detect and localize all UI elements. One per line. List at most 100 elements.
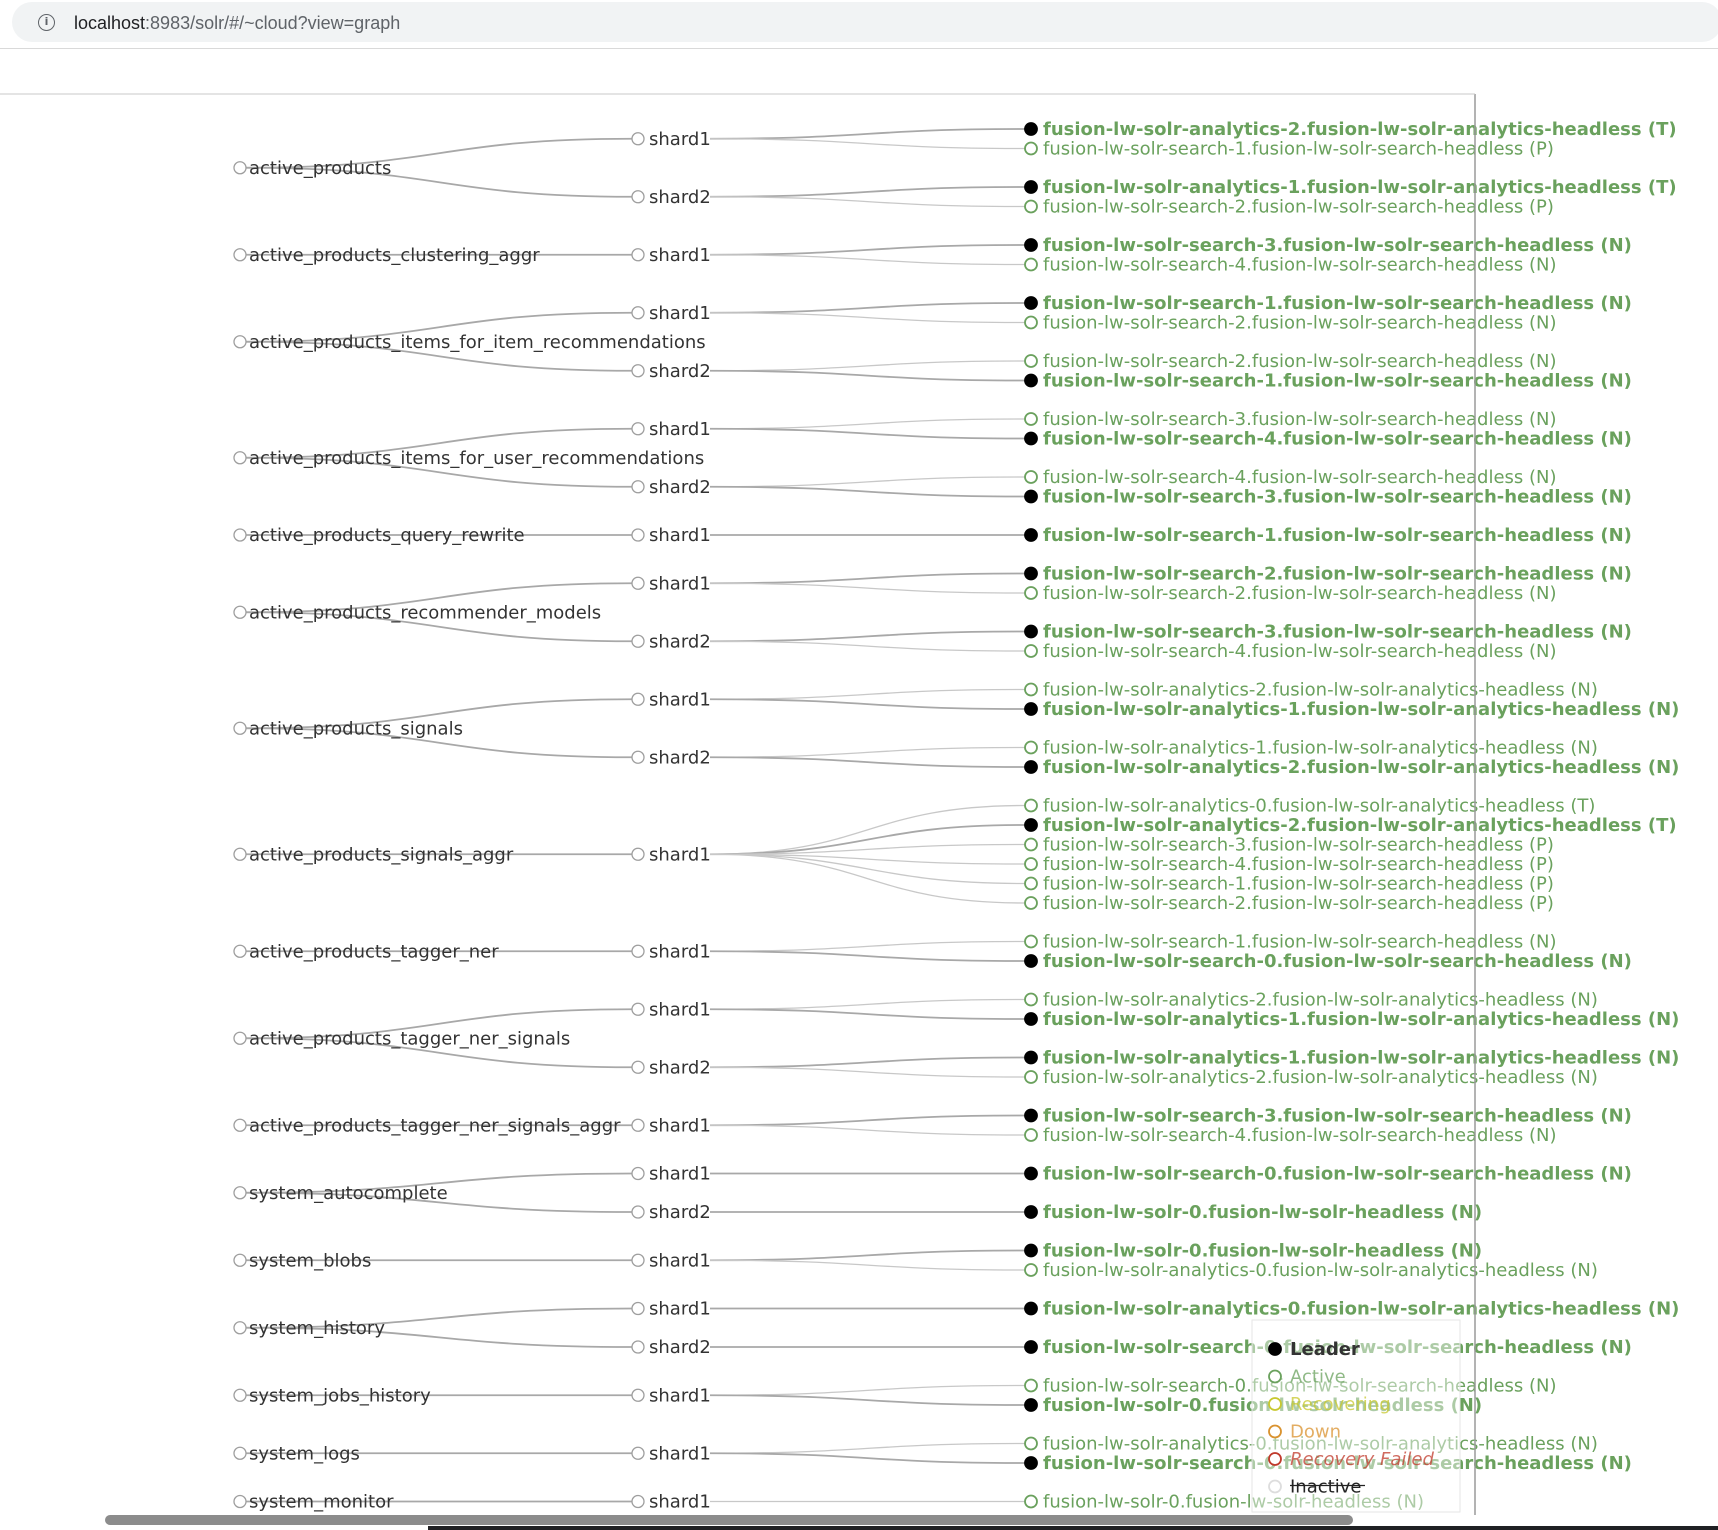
shard-label[interactable]: shard1 [649, 844, 711, 865]
replica-label[interactable]: fusion-lw-solr-search-3.fusion-lw-solr-s… [1043, 487, 1632, 508]
replica-circle[interactable] [1024, 1243, 1038, 1258]
shard-circle[interactable] [631, 944, 645, 958]
shard-circle[interactable] [631, 847, 645, 861]
replica-node-leader[interactable]: fusion-lw-solr-analytics-2.fusion-lw-sol… [1024, 815, 1677, 836]
shard-node[interactable]: shard1 [631, 303, 711, 324]
collection-node[interactable]: active_products_recommender_models [233, 602, 601, 623]
shard-label[interactable]: shard2 [649, 1057, 711, 1078]
shard-node[interactable]: shard1 [631, 1443, 711, 1464]
collection-circle[interactable] [233, 335, 247, 349]
replica-circle[interactable] [1024, 1108, 1038, 1123]
collection-node[interactable]: active_products_signals_aggr [233, 844, 514, 865]
collection-label[interactable]: system_blobs [249, 1250, 371, 1271]
replica-node[interactable]: fusion-lw-solr-search-4.fusion-lw-solr-s… [1024, 467, 1557, 488]
replica-label[interactable]: fusion-lw-solr-search-4.fusion-lw-solr-s… [1043, 429, 1632, 450]
replica-circle[interactable] [1024, 257, 1038, 272]
collection-circle[interactable] [233, 721, 247, 735]
shard-label[interactable]: shard1 [649, 1115, 711, 1136]
replica-label[interactable]: fusion-lw-solr-search-0.fusion-lw-solr-s… [1043, 951, 1632, 972]
replica-circle[interactable] [1024, 238, 1038, 252]
shard-node[interactable]: shard2 [631, 1057, 711, 1078]
shard-node[interactable]: shard2 [631, 631, 711, 652]
replica-circle[interactable] [1024, 644, 1038, 658]
replica-node-leader[interactable]: fusion-lw-solr-analytics-1.fusion-lw-sol… [1024, 1048, 1679, 1069]
replica-circle[interactable] [1024, 760, 1038, 774]
replica-node-leader[interactable]: fusion-lw-solr-search-0.fusion-lw-solr-s… [1024, 951, 1632, 972]
shard-label[interactable]: shard2 [649, 747, 711, 768]
collection-label[interactable]: system_monitor [249, 1492, 394, 1513]
shard-label[interactable]: shard2 [649, 361, 711, 382]
shard-node[interactable]: shard1 [631, 689, 711, 710]
shard-label[interactable]: shard1 [649, 689, 711, 710]
replica-label[interactable]: fusion-lw-solr-analytics-1.fusion-lw-sol… [1043, 699, 1679, 720]
replica-node-leader[interactable]: fusion-lw-solr-analytics-1.fusion-lw-sol… [1024, 1009, 1679, 1030]
replica-label[interactable]: fusion-lw-solr-search-2.fusion-lw-solr-s… [1043, 197, 1554, 218]
replica-circle[interactable] [1024, 528, 1038, 542]
replica-label[interactable]: fusion-lw-solr-search-2.fusion-lw-solr-s… [1043, 893, 1554, 914]
shard-circle[interactable] [631, 1340, 645, 1354]
replica-node-leader[interactable]: fusion-lw-solr-search-0.fusion-lw-solr-s… [1024, 1164, 1632, 1185]
replica-node-leader[interactable]: fusion-lw-solr-search-3.fusion-lw-solr-s… [1024, 487, 1632, 508]
collection-circle[interactable] [233, 1446, 247, 1460]
replica-circle[interactable] [1024, 141, 1038, 156]
shard-label[interactable]: shard1 [649, 1385, 711, 1406]
replica-label[interactable]: fusion-lw-solr-search-1.fusion-lw-solr-s… [1043, 932, 1557, 953]
collection-circle[interactable] [233, 248, 247, 262]
replica-node[interactable]: fusion-lw-solr-analytics-1.fusion-lw-sol… [1024, 738, 1598, 759]
shard-node[interactable]: shard2 [631, 477, 711, 498]
replica-circle[interactable] [1024, 1436, 1038, 1451]
replica-label[interactable]: fusion-lw-solr-search-2.fusion-lw-solr-s… [1043, 313, 1557, 334]
replica-circle[interactable] [1024, 798, 1038, 813]
replica-circle[interactable] [1024, 1301, 1038, 1316]
collection-node[interactable]: system_autocomplete [233, 1183, 448, 1204]
collection-label[interactable]: system_history [249, 1318, 385, 1339]
collection-node[interactable]: system_history [233, 1318, 385, 1339]
collection-circle[interactable] [233, 528, 247, 542]
shard-circle[interactable] [631, 1446, 645, 1460]
shard-label[interactable]: shard1 [649, 1164, 711, 1185]
collection-label[interactable]: active_products_query_rewrite [249, 525, 525, 546]
shard-label[interactable]: shard1 [649, 525, 711, 546]
replica-circle[interactable] [1024, 412, 1038, 426]
replica-circle[interactable] [1024, 296, 1038, 310]
collection-node[interactable]: active_products_query_rewrite [233, 525, 525, 546]
replica-circle[interactable] [1024, 624, 1038, 639]
replica-label[interactable]: fusion-lw-solr-search-1.fusion-lw-solr-s… [1043, 139, 1554, 160]
shard-node[interactable]: shard1 [631, 1115, 711, 1136]
replica-node-leader[interactable]: fusion-lw-solr-search-3.fusion-lw-solr-s… [1024, 235, 1632, 256]
shard-circle[interactable] [631, 1205, 645, 1219]
shard-circle[interactable] [631, 248, 645, 262]
shard-circle[interactable] [631, 1002, 645, 1016]
replica-circle[interactable] [1024, 1263, 1038, 1277]
replica-label[interactable]: fusion-lw-solr-0.fusion-lw-solr-headless… [1043, 1202, 1482, 1223]
shard-circle[interactable] [631, 1494, 645, 1509]
collection-label[interactable]: active_products_items_for_item_recommend… [249, 332, 706, 353]
collection-label[interactable]: active_products_recommender_models [249, 602, 601, 623]
replica-circle[interactable] [1024, 740, 1038, 755]
collection-node[interactable]: system_logs [233, 1443, 360, 1464]
replica-circle[interactable] [1024, 315, 1038, 330]
replica-node[interactable]: fusion-lw-solr-search-2.fusion-lw-solr-s… [1024, 583, 1557, 604]
replica-circle[interactable] [1024, 1128, 1038, 1142]
replica-node-leader[interactable]: fusion-lw-solr-analytics-2.fusion-lw-sol… [1024, 757, 1679, 778]
replica-label[interactable]: fusion-lw-solr-search-4.fusion-lw-solr-s… [1043, 467, 1557, 488]
replica-circle[interactable] [1024, 1398, 1038, 1412]
shard-label[interactable]: shard1 [649, 419, 711, 440]
replica-circle[interactable] [1024, 818, 1038, 832]
shard-node[interactable]: shard1 [631, 129, 711, 150]
replica-label[interactable]: fusion-lw-solr-analytics-0.fusion-lw-sol… [1043, 796, 1595, 817]
replica-label[interactable]: fusion-lw-solr-search-4.fusion-lw-solr-s… [1043, 854, 1554, 875]
replica-circle[interactable] [1024, 470, 1038, 484]
collection-label[interactable]: system_jobs_history [249, 1385, 431, 1406]
replica-node[interactable]: fusion-lw-solr-search-1.fusion-lw-solr-s… [1024, 932, 1557, 953]
shard-node[interactable]: shard1 [631, 999, 711, 1020]
replica-node[interactable]: fusion-lw-solr-search-3.fusion-lw-solr-s… [1024, 409, 1557, 430]
replica-node-leader[interactable]: fusion-lw-solr-search-4.fusion-lw-solr-s… [1024, 429, 1632, 450]
collection-label[interactable]: active_products_items_for_user_recommend… [249, 448, 704, 469]
shard-label[interactable]: shard2 [649, 1202, 711, 1223]
replica-circle[interactable] [1024, 1456, 1038, 1470]
collection-label[interactable]: active_products_signals [249, 718, 463, 739]
replica-circle[interactable] [1024, 489, 1038, 504]
replica-label[interactable]: fusion-lw-solr-analytics-2.fusion-lw-sol… [1043, 680, 1598, 701]
replica-circle[interactable] [1024, 896, 1038, 910]
